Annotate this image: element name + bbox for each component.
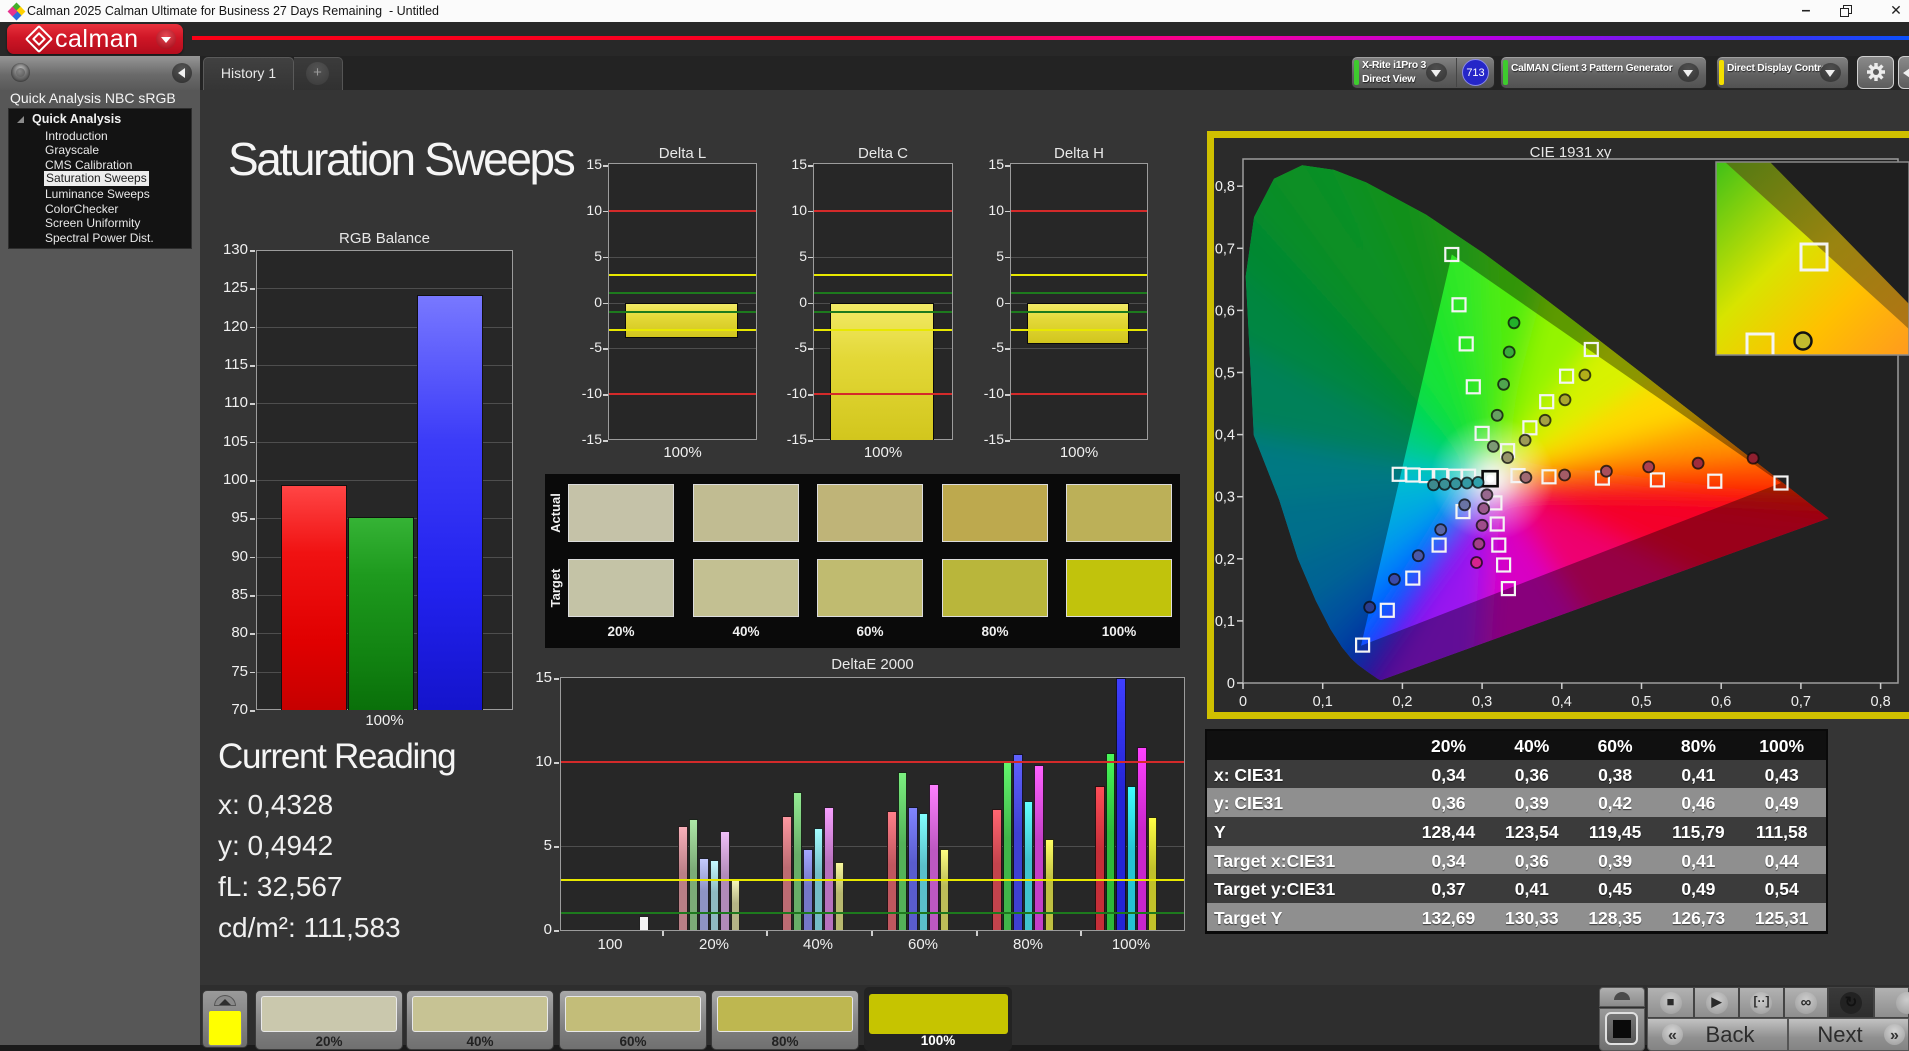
svg-text:0,3: 0,3 (1472, 694, 1492, 710)
svg-text:0,7: 0,7 (1215, 241, 1235, 257)
svg-text:0,4: 0,4 (1552, 694, 1572, 710)
svg-text:0,1: 0,1 (1313, 694, 1333, 710)
svg-text:0,2: 0,2 (1392, 694, 1412, 710)
svg-text:0,2: 0,2 (1215, 552, 1235, 568)
svg-text:0: 0 (1227, 676, 1235, 692)
svg-text:0,5: 0,5 (1215, 366, 1235, 382)
svg-text:0,5: 0,5 (1631, 694, 1651, 710)
svg-text:0,6: 0,6 (1215, 303, 1235, 319)
svg-text:0,1: 0,1 (1215, 614, 1235, 630)
svg-text:0,6: 0,6 (1711, 694, 1731, 710)
svg-text:0,8: 0,8 (1215, 179, 1235, 195)
svg-text:0,4: 0,4 (1215, 428, 1235, 444)
svg-text:0,3: 0,3 (1215, 490, 1235, 506)
svg-text:0,8: 0,8 (1871, 694, 1891, 710)
svg-text:0,7: 0,7 (1791, 694, 1811, 710)
svg-text:0: 0 (1239, 694, 1247, 710)
